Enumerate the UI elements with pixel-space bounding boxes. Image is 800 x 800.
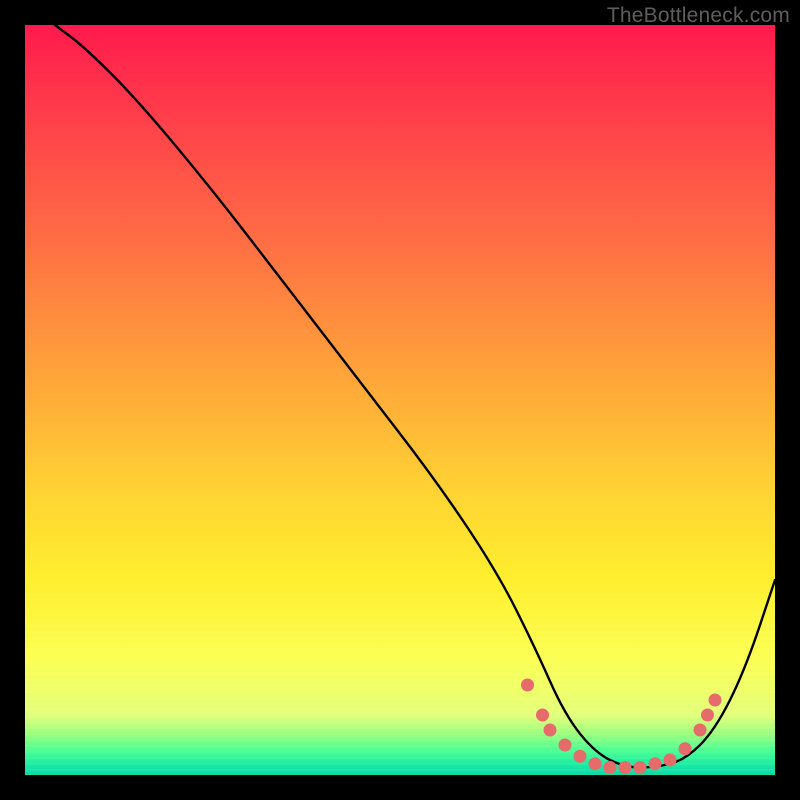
highlight-dot [701, 709, 714, 722]
highlight-dot [559, 739, 572, 752]
highlight-dot [544, 724, 557, 737]
highlight-dot [694, 724, 707, 737]
highlight-dot [536, 709, 549, 722]
highlight-dot [619, 761, 632, 774]
highlight-dot [574, 750, 587, 763]
bottleneck-curve-line [55, 25, 775, 768]
chart-svg [25, 25, 775, 775]
highlight-dot [589, 757, 602, 770]
highlight-dot [679, 742, 692, 755]
highlight-dot [634, 761, 647, 774]
highlight-dot [521, 679, 534, 692]
highlight-dots-group [521, 679, 722, 775]
highlight-dot [709, 694, 722, 707]
highlight-dot [604, 761, 617, 774]
highlight-dot [649, 757, 662, 770]
chart-frame [25, 25, 775, 775]
highlight-dot [664, 754, 677, 767]
